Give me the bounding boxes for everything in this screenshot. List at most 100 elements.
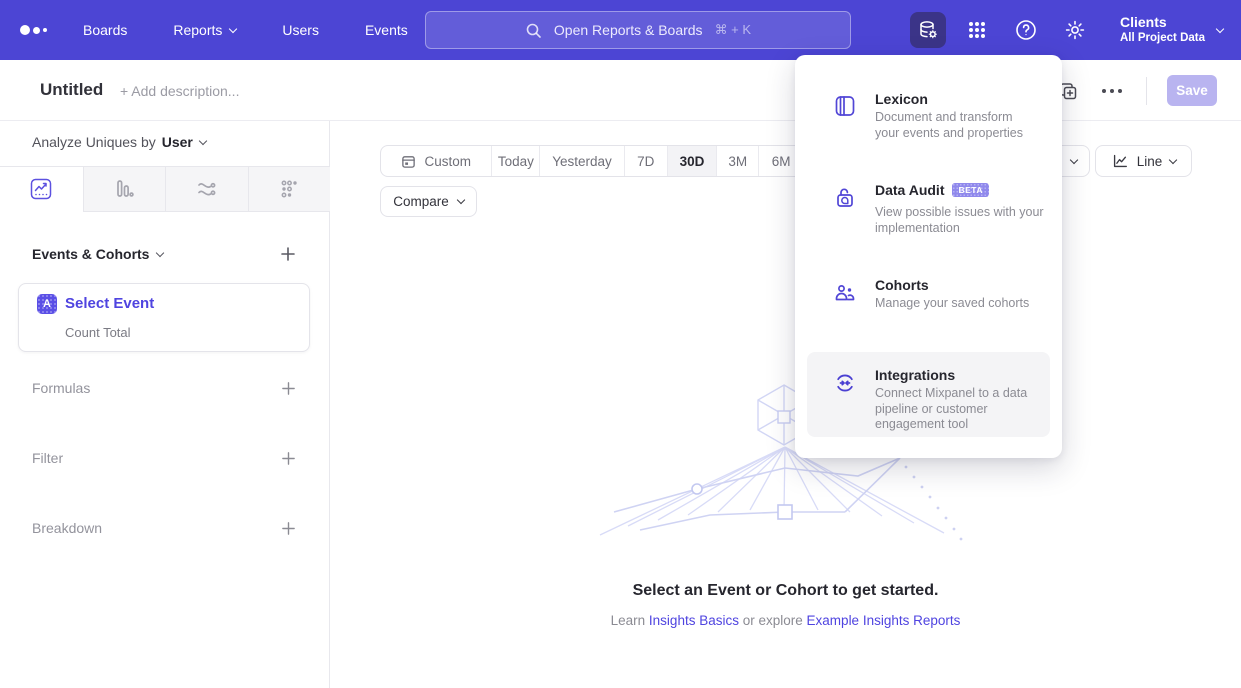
line-chart-icon bbox=[1111, 152, 1129, 170]
chart-type-dropdown[interactable]: Line bbox=[1095, 145, 1192, 177]
menu-item-title: Lexicon bbox=[875, 91, 928, 107]
date-range-3m[interactable]: 3M bbox=[716, 146, 758, 176]
add-event-button[interactable] bbox=[279, 245, 297, 263]
events-cohorts-header: Events & Cohorts bbox=[32, 245, 297, 263]
formulas-label: Formulas bbox=[32, 380, 90, 396]
add-breakdown-button[interactable] bbox=[279, 519, 297, 537]
mixpanel-logo-icon[interactable] bbox=[20, 0, 47, 60]
formulas-section: Formulas bbox=[32, 379, 297, 397]
empty-state-subtitle: Learn Insights Basics or explore Example… bbox=[330, 613, 1241, 628]
chevron-down-icon bbox=[1070, 155, 1078, 163]
tab-metrics[interactable] bbox=[248, 166, 331, 212]
breakdown-section: Breakdown bbox=[32, 519, 297, 537]
analyze-value-dropdown[interactable]: User bbox=[162, 134, 206, 150]
menu-item-data-audit[interactable]: Data Audit BETA View possible issues wit… bbox=[807, 169, 1050, 253]
menu-item-cohorts[interactable]: Cohorts Manage your saved cohorts bbox=[807, 264, 1050, 330]
date-range-yesterday[interactable]: Yesterday bbox=[539, 146, 624, 176]
divider bbox=[1146, 77, 1147, 105]
example-insights-reports-link[interactable]: Example Insights Reports bbox=[807, 613, 961, 628]
nav-label: Events bbox=[365, 22, 408, 38]
date-range-label: 6M bbox=[772, 154, 791, 169]
count-total-dropdown[interactable]: Count Total bbox=[65, 325, 131, 340]
plus-icon bbox=[281, 381, 296, 396]
primary-nav: Boards Reports Users Events bbox=[83, 0, 408, 60]
nav-item-events[interactable]: Events bbox=[365, 22, 408, 38]
events-cohorts-dropdown[interactable]: Events & Cohorts bbox=[32, 246, 163, 262]
help-icon bbox=[1013, 17, 1039, 43]
menu-item-title: Integrations bbox=[875, 367, 955, 383]
line-chart-tab-icon bbox=[29, 177, 53, 201]
subtitle-text: or explore bbox=[743, 613, 803, 628]
project-name: Clients bbox=[1120, 14, 1205, 31]
date-range-30d-selected[interactable]: 30D bbox=[667, 146, 717, 176]
query-builder-sidebar: Analyze Uniques by User bbox=[0, 121, 330, 688]
compare-label: Compare bbox=[393, 194, 449, 209]
chevron-down-icon bbox=[156, 248, 164, 256]
project-selector[interactable]: Clients All Project Data bbox=[1120, 14, 1223, 46]
metric-dots-tab-icon bbox=[277, 177, 301, 201]
plus-icon bbox=[281, 451, 296, 466]
tab-flow-chart[interactable] bbox=[165, 166, 248, 212]
navbar-right-actions: Clients All Project Data bbox=[910, 0, 1223, 60]
nav-item-users[interactable]: Users bbox=[282, 22, 319, 38]
help-button[interactable] bbox=[1008, 12, 1044, 48]
chart-type-tabs bbox=[0, 166, 330, 212]
gear-icon bbox=[1062, 17, 1088, 43]
date-range-label: 7D bbox=[637, 154, 654, 169]
add-filter-button[interactable] bbox=[279, 449, 297, 467]
integrations-icon bbox=[833, 371, 857, 395]
database-gear-icon bbox=[917, 19, 939, 41]
menu-item-lexicon[interactable]: Lexicon Document and transform your even… bbox=[807, 77, 1050, 161]
nav-item-reports[interactable]: Reports bbox=[173, 22, 236, 38]
date-range-label: 3M bbox=[728, 154, 747, 169]
filter-section: Filter bbox=[32, 449, 297, 467]
data-audit-icon bbox=[833, 186, 857, 210]
data-management-button[interactable] bbox=[910, 12, 946, 48]
more-options-button[interactable] bbox=[1098, 85, 1126, 97]
flow-chart-tab-icon bbox=[195, 177, 219, 201]
menu-item-description: Document and transform your events and p… bbox=[875, 110, 1053, 141]
event-letter-badge: A bbox=[37, 294, 57, 314]
date-range-label: Today bbox=[498, 154, 534, 169]
global-search-input[interactable]: Open Reports & Boards ⌘ + K bbox=[425, 11, 851, 49]
settings-button[interactable] bbox=[1057, 12, 1093, 48]
date-range-label: Custom bbox=[424, 154, 471, 169]
chevron-down-icon bbox=[199, 136, 207, 144]
insights-report-page: Boards Reports Users Events Open Reports… bbox=[0, 0, 1241, 688]
compare-dropdown[interactable]: Compare bbox=[380, 186, 477, 217]
menu-item-description: Manage your saved cohorts bbox=[875, 296, 1053, 312]
apps-grid-icon bbox=[964, 17, 990, 43]
chevron-down-icon bbox=[1169, 155, 1177, 163]
chevron-down-icon bbox=[229, 24, 237, 32]
add-description-field[interactable]: + Add description... bbox=[120, 83, 239, 99]
menu-item-integrations[interactable]: Integrations Connect Mixpanel to a data … bbox=[807, 352, 1050, 437]
search-placeholder: Open Reports & Boards bbox=[554, 22, 703, 38]
chevron-down-icon bbox=[457, 196, 465, 204]
menu-item-title: Data Audit BETA bbox=[875, 182, 989, 198]
date-range-label: Yesterday bbox=[552, 154, 612, 169]
add-formula-button[interactable] bbox=[279, 379, 297, 397]
plus-icon bbox=[281, 521, 296, 536]
beta-badge: BETA bbox=[952, 183, 989, 198]
date-range-today[interactable]: Today bbox=[491, 146, 539, 176]
date-range-7d[interactable]: 7D bbox=[624, 146, 667, 176]
nav-label: Boards bbox=[83, 22, 127, 38]
event-row-card[interactable]: A Select Event Count Total bbox=[18, 283, 310, 352]
bar-chart-tab-icon bbox=[112, 177, 136, 201]
tab-bar-chart[interactable] bbox=[83, 166, 166, 212]
select-event-button[interactable]: Select Event bbox=[65, 295, 154, 312]
insights-basics-link[interactable]: Insights Basics bbox=[649, 613, 739, 628]
cohorts-icon bbox=[833, 281, 857, 305]
menu-item-description: View possible issues with your implement… bbox=[875, 205, 1053, 236]
apps-grid-button[interactable] bbox=[959, 12, 995, 48]
save-button[interactable]: Save bbox=[1167, 75, 1217, 106]
date-range-custom[interactable]: Custom bbox=[381, 146, 491, 176]
date-range-picker: Custom Today Yesterday 7D 30D 3M 6M bbox=[380, 145, 804, 177]
analyze-uniques-row: Analyze Uniques by User bbox=[32, 134, 206, 150]
search-icon bbox=[525, 22, 542, 39]
nav-item-boards[interactable]: Boards bbox=[83, 22, 127, 38]
lexicon-icon bbox=[833, 94, 857, 118]
tab-insights-line[interactable] bbox=[0, 166, 83, 212]
menu-item-title: Cohorts bbox=[875, 277, 929, 293]
report-title[interactable]: Untitled bbox=[40, 80, 103, 100]
